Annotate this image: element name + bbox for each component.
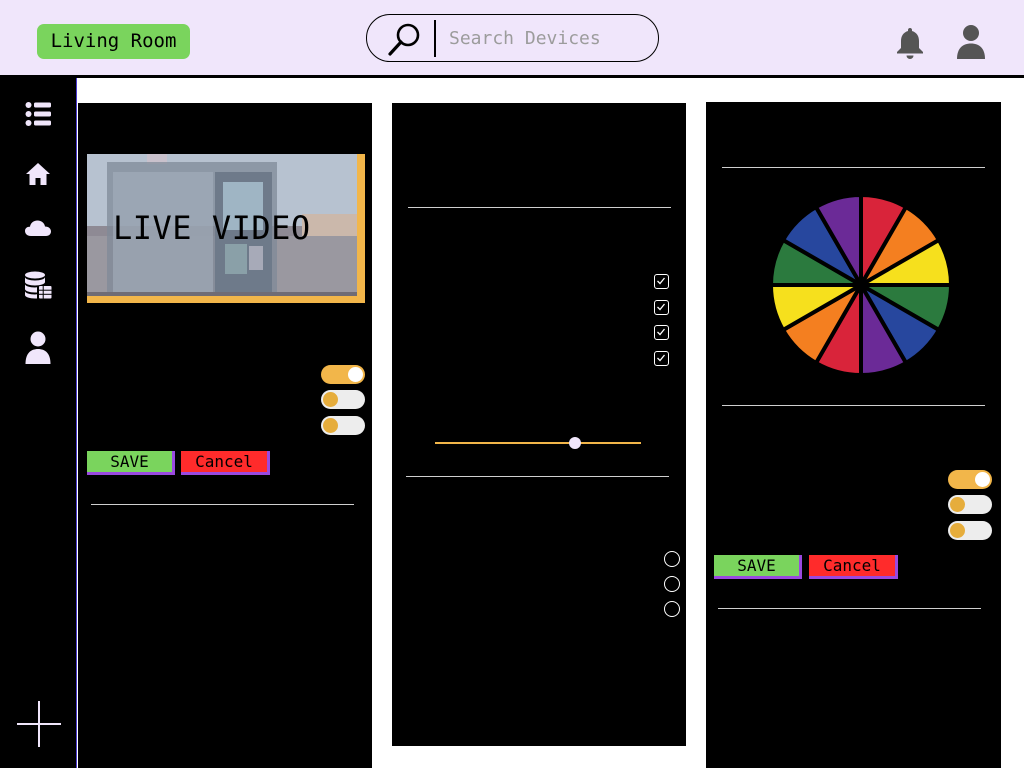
- lighting-panel: SAVE Cancel: [706, 102, 1001, 768]
- search-input[interactable]: [449, 23, 644, 53]
- home-icon: [26, 163, 50, 185]
- sidebar-item-database[interactable]: [20, 265, 56, 305]
- sidebar-item-list[interactable]: [20, 94, 56, 134]
- slider-track[interactable]: [435, 442, 641, 444]
- save-button[interactable]: SAVE: [87, 451, 175, 475]
- save-button[interactable]: SAVE: [714, 555, 802, 579]
- toggle-3[interactable]: [948, 521, 992, 540]
- check-icon: [657, 277, 666, 285]
- settings-panel: [392, 103, 686, 746]
- sidebar: [0, 78, 77, 768]
- radio-3[interactable]: [664, 601, 680, 617]
- toggle-1[interactable]: [948, 470, 992, 489]
- divider: [408, 207, 671, 208]
- video-label: LIVE VIDEO: [113, 209, 311, 247]
- check-icon: [657, 303, 666, 310]
- sidebar-item-home[interactable]: [20, 154, 56, 194]
- search-bar[interactable]: [366, 14, 659, 62]
- check-icon: [657, 328, 666, 336]
- color-wheel[interactable]: [770, 194, 952, 376]
- check-icon: [657, 354, 666, 361]
- sidebar-item-cloud[interactable]: [20, 208, 56, 248]
- sidebar-item-profile[interactable]: [20, 328, 56, 368]
- divider: [91, 504, 354, 505]
- checkbox-3[interactable]: [654, 325, 669, 340]
- user-icon[interactable]: [955, 24, 987, 60]
- checkbox-1[interactable]: [654, 274, 669, 289]
- search-icon[interactable]: [387, 21, 423, 57]
- divider: [722, 405, 985, 406]
- divider: [406, 476, 669, 477]
- radio-1[interactable]: [664, 551, 680, 567]
- plus-icon[interactable]: [17, 701, 61, 747]
- list-icon: [25, 102, 51, 126]
- radio-2[interactable]: [664, 576, 680, 592]
- database-icon: [25, 271, 52, 299]
- cloud-icon: [25, 220, 51, 236]
- toggle-2[interactable]: [948, 495, 992, 514]
- live-video[interactable]: LIVE VIDEO: [87, 154, 365, 303]
- slider-thumb[interactable]: [569, 437, 582, 449]
- cancel-button[interactable]: Cancel: [181, 451, 270, 475]
- room-selector[interactable]: Living Room: [37, 24, 190, 59]
- search-divider: [434, 20, 436, 57]
- divider: [722, 167, 985, 168]
- checkbox-4[interactable]: [654, 350, 669, 366]
- toggle-3[interactable]: [321, 416, 365, 435]
- user-icon: [25, 331, 51, 364]
- top-bar: Living Room: [0, 0, 1024, 76]
- toggle-2[interactable]: [321, 390, 365, 409]
- toggle-1[interactable]: [321, 365, 365, 384]
- camera-panel: LIVE VIDEO SAVE Cancel: [78, 103, 372, 768]
- cancel-button[interactable]: Cancel: [809, 555, 898, 579]
- divider: [718, 608, 981, 609]
- bell-icon[interactable]: [895, 26, 925, 60]
- checkbox-2[interactable]: [654, 299, 669, 315]
- header-divider: [0, 75, 1024, 78]
